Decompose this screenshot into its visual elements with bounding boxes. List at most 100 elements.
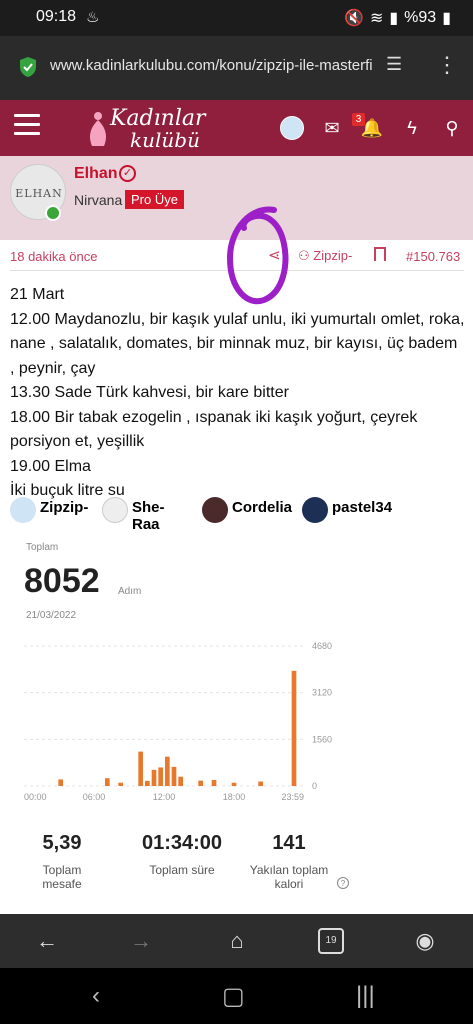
stat-duration: 01:34:00 Toplam süre: [130, 832, 234, 877]
post-line: 19.00 Elma: [10, 457, 91, 475]
back-icon[interactable]: ←: [34, 928, 60, 954]
y-tick-label: 3120: [312, 688, 332, 698]
chart-bar: [178, 776, 183, 786]
author-name[interactable]: Elhan: [74, 165, 118, 183]
battery-percent: %93: [404, 9, 437, 26]
reader-mode-icon[interactable]: ☰: [386, 54, 412, 80]
sys-back-icon[interactable]: ‹: [92, 982, 100, 1010]
chart-bar: [231, 782, 237, 786]
quoted-user-name: Zipzip-: [313, 248, 353, 263]
reaction-user[interactable]: She-Raa: [132, 499, 165, 533]
chart-bar: [138, 751, 143, 786]
chart-bar: [258, 781, 263, 786]
reaction-user[interactable]: pastel34: [332, 499, 392, 516]
chart-bar: [171, 766, 177, 786]
chart-bar: [58, 779, 63, 786]
chart-bar: [151, 769, 157, 786]
browser-url-bar: www.kadinlarkulubu.com/konu/zipzip-ile-m…: [0, 36, 473, 100]
chart-bar: [158, 767, 163, 786]
step-count: 8052: [24, 562, 100, 600]
help-icon[interactable]: ?: [337, 877, 349, 889]
reaction-user[interactable]: Cordelia: [232, 499, 292, 516]
chart-bar: [105, 778, 110, 786]
x-tick-label: 00:00: [24, 792, 47, 802]
reaction-avatar[interactable]: [10, 497, 36, 523]
bell-icon[interactable]: 🔔: [360, 116, 384, 140]
hamburger-menu-icon[interactable]: [14, 114, 40, 140]
browser-menu-icon[interactable]: ⋮: [436, 52, 458, 82]
chart-bar: [118, 782, 123, 786]
site-header: Kadınlar kulübü ✉ 3 🔔 ϟ ⚲: [0, 100, 473, 156]
stat-value: 141: [272, 832, 306, 854]
tabs-icon[interactable]: 19: [318, 928, 344, 954]
sys-home-icon[interactable]: ▢: [222, 982, 245, 1011]
pro-member-badge: Pro Üye: [125, 190, 184, 209]
stat-label: Yakılan toplam kalori: [249, 863, 329, 891]
browser-toolbar: ← → ⌂ 19 ◉: [0, 914, 473, 968]
divider: [10, 270, 464, 271]
author-rank: Nirvana: [74, 192, 123, 208]
chart-bar: [165, 756, 170, 786]
y-tick-label: 4680: [312, 641, 332, 651]
author-avatar-text: ELHAN: [15, 187, 63, 200]
health-date: 21/03/2022: [26, 610, 77, 621]
reaction-avatar[interactable]: [102, 497, 128, 523]
battery-icon: ▮: [442, 10, 451, 27]
search-icon[interactable]: ⚲: [440, 116, 464, 140]
lightning-icon[interactable]: ϟ: [400, 116, 424, 140]
user-avatar[interactable]: [280, 116, 304, 140]
stat-label: Toplam süre: [149, 863, 215, 877]
secure-shield-icon[interactable]: [18, 56, 38, 78]
site-logo[interactable]: Kadınlar kulübü: [84, 104, 206, 152]
y-tick-label: 1560: [312, 734, 332, 744]
post-line: 18.00 Bir tabak ezogelin , ıspanak iki k…: [10, 408, 418, 451]
reaction-user[interactable]: Zipzip-: [40, 499, 88, 516]
logo-line2: kulübü: [130, 128, 200, 152]
share-icon[interactable]: ⋖: [268, 246, 281, 264]
forward-icon[interactable]: →: [128, 928, 154, 954]
post-number[interactable]: #150.763: [406, 249, 460, 264]
reaction-avatar[interactable]: [302, 497, 328, 523]
stat-value: 5,39: [42, 832, 82, 854]
x-tick-label: 12:00: [153, 792, 176, 802]
bookmark-icon[interactable]: [374, 247, 386, 261]
user-icon: ⚇: [298, 248, 310, 263]
url-field[interactable]: www.kadinlarkulubu.com/konu/zipzip-ile-m…: [50, 57, 380, 74]
chart-bar: [198, 780, 203, 786]
steps-bar-chart: 4680 3120 1560 0 00:00 06:00 12:00 18:00 23:59: [24, 641, 332, 802]
post-line: 12.00 Maydanozlu, bir kaşık yulaf unlu, …: [10, 310, 465, 377]
wifi-icon: ≋: [369, 10, 384, 27]
step-unit: Adım: [118, 586, 142, 597]
chart-bar: [291, 670, 297, 786]
sys-recents-icon[interactable]: |||: [356, 982, 375, 1010]
x-tick-label: 23:59: [281, 792, 304, 802]
post-line: 13.30 Sade Türk kahvesi, bir kare bitter: [10, 384, 289, 401]
mail-icon[interactable]: ✉: [320, 116, 344, 140]
home-icon[interactable]: ⌂: [224, 928, 250, 954]
stat-calories: 141 Yakılan toplam kalori: [242, 832, 336, 891]
chart-bar: [145, 780, 150, 786]
signal-icon: ▮: [389, 10, 399, 27]
y-tick-label: 0: [312, 781, 317, 791]
logo-figure-icon: [90, 112, 106, 146]
reaction-avatar[interactable]: [202, 497, 228, 523]
stat-label: Toplam mesafe: [42, 863, 82, 891]
running-icon: ♨: [86, 9, 100, 26]
online-status-icon: [45, 205, 61, 221]
post-content: 21 Mart 12.00 Maydanozlu, bir kaşık yula…: [10, 283, 466, 504]
profile-icon[interactable]: ◉: [412, 928, 438, 954]
quoted-user-link[interactable]: ⚇ Zipzip-: [298, 248, 352, 264]
attached-health-screenshot[interactable]: Toplam 8052 Adım 21/03/2022 4680 3120 1560…: [14, 532, 352, 912]
post-meta: 18 dakika önce ⋖ ⚇ Zipzip- #150.763: [0, 240, 473, 270]
stat-value: 01:34:00: [141, 832, 223, 854]
x-tick-label: 06:00: [83, 792, 106, 802]
post-line: 21 Mart: [10, 286, 65, 303]
x-tick-label: 18:00: [223, 792, 246, 802]
status-time: 09:18: [36, 8, 77, 25]
stat-distance: 5,39 Toplam mesafe: [22, 832, 102, 891]
system-navigation: ‹ ▢ |||: [0, 968, 473, 1024]
mute-icon: 🔇: [344, 10, 364, 27]
chart-bar: [211, 780, 217, 786]
post-time[interactable]: 18 dakika önce: [10, 249, 97, 264]
verified-icon: ✓: [119, 165, 136, 182]
